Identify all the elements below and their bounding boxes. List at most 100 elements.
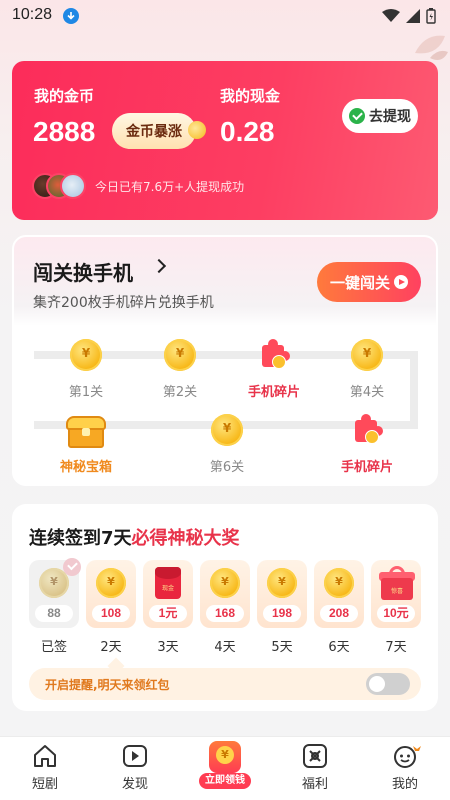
checkin-day-1[interactable]: ¥ 88 [29, 558, 81, 628]
stage-label: 手机碎片 [247, 385, 300, 400]
reward-amount: 88 [35, 605, 73, 622]
coin-boost-badge[interactable]: 金币暴涨 [112, 113, 206, 149]
profile-icon [392, 743, 421, 769]
coin-balance[interactable]: 2888 [33, 116, 95, 148]
checkmark-icon [63, 558, 81, 576]
coin-icon: ¥ [70, 339, 102, 371]
stage-2[interactable]: ¥ 第2关 [140, 339, 220, 400]
stage-label: 神秘宝箱 [59, 460, 112, 475]
day-label: 6天 [328, 640, 350, 655]
coin-icon: ¥ [267, 568, 297, 598]
reward-amount: 198 [263, 605, 301, 622]
stage-label: 第1关 [68, 385, 104, 400]
nav-label: 福利 [301, 777, 328, 792]
checkin-card: 连续签到7天必得神秘大奖 ¥ 88 ¥ 108 现金 1元 ¥ 168 ¥ 19… [12, 504, 438, 711]
avatar-group [32, 173, 88, 199]
nav-item-shortdrama[interactable]: 短剧 [10, 743, 80, 792]
one-click-challenge-label: 一键闯关 [329, 273, 390, 292]
nav-item-get-money[interactable]: 立即领钱 [196, 739, 254, 791]
wifi-icon [382, 9, 400, 22]
coin-icon [188, 121, 206, 139]
checkin-title-highlight: 必得神秘大奖 [131, 528, 240, 549]
bottom-nav: 短剧 发现 立即领钱 福利 我的 [0, 736, 450, 800]
withdraw-label: 去提现 [369, 109, 411, 125]
coin-icon: ¥ [210, 568, 240, 598]
nav-item-welfare[interactable]: 福利 [280, 743, 350, 792]
checkin-day-6[interactable]: ¥ 208 [314, 560, 364, 628]
reward-amount: 208 [320, 605, 358, 622]
progress-track [410, 351, 418, 429]
coin-label: 我的金币 [34, 87, 95, 105]
avatar [60, 173, 86, 199]
one-click-challenge-button[interactable]: 一键闯关 [317, 262, 421, 302]
reminder-text: 开启提醒,明天来领红包 [45, 678, 170, 692]
stage-label: 手机碎片 [340, 460, 393, 475]
stage-6[interactable]: ¥ 第6关 [187, 414, 267, 475]
checkin-title: 连续签到7天必得神秘大奖 [29, 524, 240, 550]
reward-amount: 1元 [149, 605, 187, 622]
coin-icon: ¥ [96, 568, 126, 598]
reminder-toggle[interactable] [366, 673, 410, 695]
nav-item-mine[interactable]: 我的 [370, 743, 440, 792]
stage-label: 第6关 [209, 460, 245, 475]
puzzle-piece-icon [258, 339, 290, 371]
stage-5[interactable]: 神秘宝箱 [46, 414, 126, 475]
chevron-right-icon[interactable] [151, 258, 167, 274]
checkin-title-prefix: 连续签到7天 [29, 528, 132, 549]
stage-7[interactable]: 手机碎片 [327, 414, 407, 475]
checkin-day-5[interactable]: ¥ 198 [257, 560, 307, 628]
coin-icon [209, 741, 241, 773]
play-icon [394, 275, 408, 289]
treasure-chest-icon [66, 414, 106, 448]
reward-amount: 168 [206, 605, 244, 622]
day-label: 2天 [100, 640, 122, 655]
cash-balance[interactable]: 0.28 [220, 116, 275, 148]
challenge-card: 闯关换手机 集齐200枚手机碎片兑换手机 一键闯关 ¥ 第1关 ¥ 第2关 手机… [12, 235, 438, 486]
checkin-day-2[interactable]: ¥ 108 [86, 560, 136, 628]
play-icon [122, 743, 148, 769]
coin-icon: ¥ [211, 414, 243, 446]
nav-label: 立即领钱 [199, 773, 251, 789]
coin-boost-label: 金币暴涨 [126, 124, 182, 140]
coin-icon: ¥ [351, 339, 383, 371]
wallet-card: 我的金币 2888 金币暴涨 我的现金 0.28 去提现 今日已有7.6万+人提… [12, 61, 438, 220]
download-icon [63, 8, 79, 24]
gift-box-icon: 惊喜 [379, 566, 415, 600]
checkin-day-3[interactable]: 现金 1元 [143, 560, 193, 628]
day-label: 已签 [40, 640, 67, 655]
wechat-icon [349, 108, 365, 124]
coin-icon: ¥ [324, 568, 354, 598]
status-bar: 10:28 [0, 0, 450, 60]
reward-amount: 108 [92, 605, 130, 622]
nav-label: 发现 [121, 777, 148, 792]
reward-amount: 10元 [377, 605, 415, 622]
stage-3[interactable]: 手机碎片 [234, 339, 314, 400]
coin-icon: ¥ [164, 339, 196, 371]
home-icon [32, 743, 58, 769]
status-icons [382, 8, 436, 24]
stage-4[interactable]: ¥ 第4关 [327, 339, 407, 400]
day-label: 3天 [157, 640, 179, 655]
nav-label: 短剧 [31, 777, 58, 792]
red-packet-icon: 现金 [155, 567, 181, 599]
signal-icon [406, 9, 420, 23]
battery-icon [426, 8, 436, 24]
day-label: 5天 [271, 640, 293, 655]
reminder-bar: 开启提醒,明天来领红包 [29, 668, 421, 700]
challenge-subtitle: 集齐200枚手机碎片兑换手机 [33, 295, 214, 311]
stage-label: 第2关 [162, 385, 198, 400]
cash-label: 我的现金 [220, 87, 281, 105]
nav-label: 我的 [391, 777, 418, 792]
nav-item-discover[interactable]: 发现 [100, 743, 170, 792]
stage-label: 第4关 [349, 385, 385, 400]
puzzle-piece-icon [351, 414, 383, 446]
checkin-day-4[interactable]: ¥ 168 [200, 560, 250, 628]
withdraw-info-text: 今日已有7.6万+人提现成功 [95, 180, 245, 194]
gift-grid-icon [302, 743, 328, 769]
withdraw-button[interactable]: 去提现 [342, 99, 418, 133]
status-time: 10:28 [12, 6, 53, 23]
day-label: 4天 [214, 640, 236, 655]
stage-1[interactable]: ¥ 第1关 [46, 339, 126, 400]
checkin-day-7[interactable]: 惊喜 10元 [371, 560, 421, 628]
challenge-title[interactable]: 闯关换手机 [33, 257, 133, 286]
